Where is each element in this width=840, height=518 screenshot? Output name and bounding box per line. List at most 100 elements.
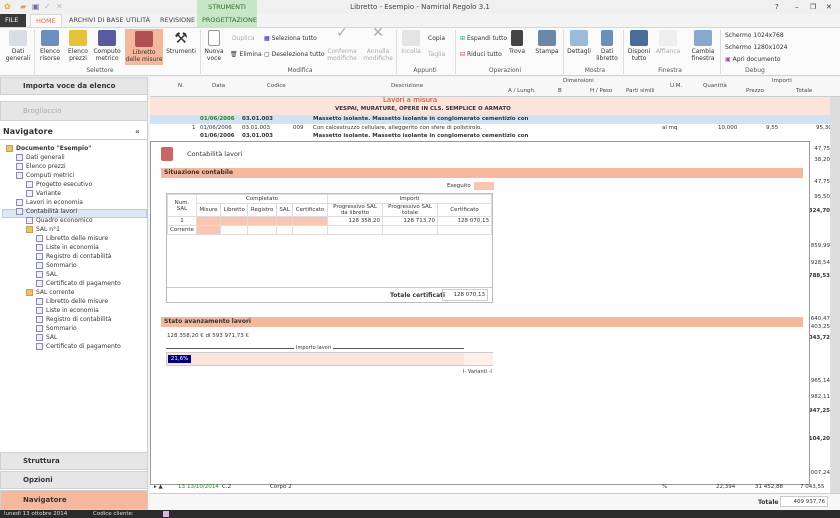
tree-item[interactable]: Variante xyxy=(26,190,61,197)
computo-icon xyxy=(98,30,116,46)
group-mostra: Mostra xyxy=(584,67,606,74)
cambia-finestra-button[interactable]: Cambia finestra xyxy=(688,30,718,62)
tree-item[interactable]: Dati generali xyxy=(16,154,65,161)
tree-item[interactable]: Liste in economia xyxy=(36,244,99,251)
certificato-value: 128 070,13 xyxy=(437,216,492,226)
tree-item[interactable]: Sommario xyxy=(36,262,77,269)
tree-item[interactable]: Certificato di pagamento xyxy=(36,280,121,287)
tree-item[interactable]: Liste in economia xyxy=(36,307,99,314)
tree-item[interactable]: Elenco prezzi xyxy=(16,163,66,170)
schermo-1280-button[interactable]: Schermo 1280x1024 xyxy=(725,44,787,51)
select-all-icon: ▦ xyxy=(264,35,270,42)
sal-label: 1 xyxy=(167,216,197,226)
tab-utilita[interactable]: UTILITÀ xyxy=(121,14,155,27)
row-price: 31 452,88 xyxy=(755,484,783,490)
trova-button[interactable]: Trova xyxy=(507,30,527,55)
espandi-tutto-button[interactable]: ⊞ Espandi tutto xyxy=(460,35,507,42)
tree-item[interactable]: SAL n°1 xyxy=(26,226,60,233)
section-title: Lavori a misura xyxy=(383,96,438,104)
incolla-button[interactable]: Incolla xyxy=(398,30,424,55)
dati-libretto-button[interactable]: Dati libretto xyxy=(595,30,619,62)
situazione-table: Num. SAL Completato Importi Misure Libretto… xyxy=(167,194,492,235)
row-code: 03.01.003 xyxy=(242,133,273,139)
document-icon xyxy=(36,343,43,350)
col-n: N. xyxy=(178,83,184,89)
deselect-icon: ▢ xyxy=(264,51,270,58)
dati-generali-button[interactable]: Dati generali xyxy=(4,30,32,62)
tree-item[interactable]: Libretto delle misure xyxy=(36,235,108,242)
elimina-button[interactable]: 🗑 Elimina xyxy=(230,51,262,58)
document-icon xyxy=(36,244,43,251)
stampa-button[interactable]: Stampa xyxy=(535,30,559,55)
col-h: H / Peso xyxy=(590,88,613,94)
collapse-navigator-button[interactable]: « xyxy=(135,127,140,136)
tree-item[interactable]: Registro di contabilità xyxy=(36,316,111,323)
tree-item[interactable]: Registro di contabilità xyxy=(36,253,111,260)
schermo-1024-button[interactable]: Schermo 1024x768 xyxy=(725,32,784,39)
minimize-button[interactable]: – xyxy=(795,3,799,11)
group-operazioni: Operazioni xyxy=(488,67,522,74)
computo-metrico-button[interactable]: Computo metrico xyxy=(92,30,122,62)
tree-item-label: Variante xyxy=(36,190,61,197)
row-description: Massetto isolante. Massetto isolante in … xyxy=(313,133,529,139)
taglia-button[interactable]: Taglia xyxy=(428,51,445,58)
elenco-prezzi-button[interactable]: Elenco prezzi xyxy=(66,30,90,62)
opzioni-button[interactable]: Opzioni xyxy=(0,471,148,489)
status-date: lunedì 13 ottobre 2014 xyxy=(4,511,68,517)
brogliaccio-button[interactable]: Brogliaccio xyxy=(0,101,148,121)
apri-documento-button[interactable]: ▣ Apri documento xyxy=(725,56,781,63)
tree-item[interactable]: Libretto delle misure xyxy=(36,298,108,305)
row-code: C.2 xyxy=(222,484,232,490)
conferma-button[interactable]: ✓ Conferma modifiche xyxy=(325,26,359,62)
help-button[interactable]: ? xyxy=(775,3,779,11)
table-row[interactable]: 1 128 358,20 128 713,70 128 070,13 xyxy=(167,216,492,226)
document-icon xyxy=(36,262,43,269)
dettagli-button[interactable]: Dettagli xyxy=(566,30,592,55)
strumenti-button[interactable]: ⚒ Strumenti xyxy=(166,30,196,55)
deseleziona-tutto-button[interactable]: ▢ Deseleziona tutto xyxy=(264,51,325,58)
riduci-tutto-button[interactable]: ⊟ Riduci tutto xyxy=(460,51,502,58)
table-row[interactable]: Corrente xyxy=(167,225,492,235)
status-icon xyxy=(163,511,169,517)
table-row[interactable]: 01/06/2006 03.01.003 Massetto isolante. Ma… xyxy=(150,115,830,124)
duplica-button[interactable]: Duplica xyxy=(232,35,255,42)
tree-item[interactable]: Computi metrici xyxy=(16,172,74,179)
table-row[interactable]: 01/06/2006 03.01.003 Massetto isolante. Ma… xyxy=(150,132,830,141)
tree-item-label: Computi metrici xyxy=(26,172,75,179)
vertical-scrollbar[interactable] xyxy=(830,97,840,497)
tree-item-label: Contabilità lavori xyxy=(26,208,78,215)
seleziona-tutto-button[interactable]: ▦ Seleziona tutto xyxy=(264,35,317,42)
tree-item[interactable]: SAL corrente xyxy=(26,289,74,296)
nuova-voce-button[interactable]: Nuova voce xyxy=(203,30,225,62)
close-button[interactable]: ✕ xyxy=(826,3,832,11)
disponi-tutto-button[interactable]: Disponi tutto xyxy=(626,30,652,62)
tree-item[interactable]: Progetto esecutivo xyxy=(26,181,92,188)
struttura-button[interactable]: Struttura xyxy=(0,452,148,470)
navigatore-button[interactable]: Navigatore xyxy=(0,490,148,510)
tree-item[interactable]: Sommario xyxy=(36,325,77,332)
tree-item[interactable]: Contabilità lavori xyxy=(16,208,77,215)
affianca-button[interactable]: Affianca xyxy=(655,30,681,55)
table-row[interactable]: ▸ ▲ 13 13/10/2014 C.2 Corpo 2% 22,394 31 452,8… xyxy=(150,483,830,492)
group-appunti: Appunti xyxy=(413,67,437,74)
annulla-button[interactable]: ✕ Annulla modifiche xyxy=(362,26,394,62)
tree-item[interactable]: Quadro economico xyxy=(26,217,93,224)
tab-progettazione[interactable]: PROGETTAZIONE xyxy=(197,14,262,27)
tree-item-label: Quadro economico xyxy=(36,217,93,224)
libretto-button[interactable]: Libretto delle misure xyxy=(125,29,163,65)
restore-button[interactable]: ❐ xyxy=(810,3,816,11)
tree-item[interactable]: SAL xyxy=(36,334,57,341)
col-prog-libretto: Progressivo SAL da libretto xyxy=(327,203,383,217)
tree-item[interactable]: Lavori in economia xyxy=(16,199,83,206)
elenco-risorse-button[interactable]: Elenco risorse xyxy=(37,30,63,62)
tab-revisione[interactable]: REVISIONE xyxy=(155,14,200,27)
tab-home[interactable]: HOME xyxy=(30,14,62,27)
tab-archivi[interactable]: ARCHIVI DI BASE xyxy=(64,14,129,27)
importa-voce-button[interactable]: Importa voce da elenco xyxy=(0,77,148,95)
tree-item[interactable]: Documento "Esempio" xyxy=(6,145,91,152)
situazione-header: Situazione contabile xyxy=(161,168,803,178)
tree-item[interactable]: SAL xyxy=(36,271,57,278)
tree-item[interactable]: Certificato di pagamento xyxy=(36,343,121,350)
copia-button[interactable]: Copia xyxy=(428,35,445,42)
tab-file[interactable]: FILE xyxy=(0,14,26,27)
